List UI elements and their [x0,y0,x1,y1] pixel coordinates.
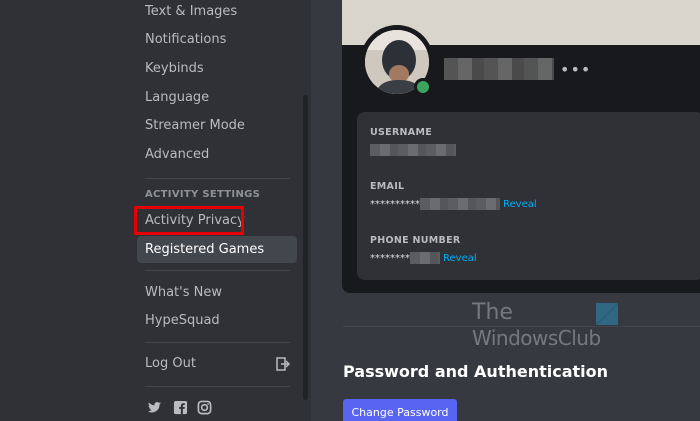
phone-reveal-link[interactable]: Reveal [443,253,477,264]
sidebar-item-text-images[interactable]: Text & Images [137,0,297,25]
email-value: ********** Reveal [370,198,537,210]
email-label: EMAIL [370,181,405,192]
activity-settings-header: ACTIVITY SETTINGS [145,189,261,200]
password-section-title: Password and Authentication [343,362,609,381]
highlight-box [134,206,244,235]
watermark: The WindowsClub [472,300,622,355]
username-value-redacted [370,144,456,156]
username-label: USERNAME [370,127,433,138]
sidebar-item-hypesquad[interactable]: HypeSquad [137,307,297,334]
more-options-icon[interactable]: ••• [560,60,591,79]
phone-value: ******** Reveal [370,252,477,264]
profile-card: ••• USERNAME EMAIL ********** Reveal PHON… [342,0,700,293]
sidebar-divider [145,178,290,179]
username-value [370,144,456,156]
sidebar-item-advanced[interactable]: Advanced [137,141,297,168]
watermark-line2: WindowsClub [472,326,601,350]
sidebar-divider [145,386,290,387]
sidebar-item-language[interactable]: Language [137,84,297,111]
email-masked: ********** [370,199,420,210]
settings-sidebar: Text & Images Notifications Keybinds Lan… [0,0,311,421]
username-redacted [444,58,554,80]
online-status-icon [417,81,429,93]
watermark-logo-icon [596,303,618,325]
sidebar-divider [145,270,290,271]
watermark-line1: The [472,300,513,325]
account-info-panel: USERNAME EMAIL ********** Reveal PHONE NU… [357,112,700,280]
instagram-icon[interactable] [197,400,212,415]
sidebar-item-registered-games[interactable]: Registered Games [137,236,297,263]
change-password-button[interactable]: Change Password [343,399,457,421]
logout-icon [276,357,290,371]
sidebar-item-streamer-mode[interactable]: Streamer Mode [137,112,297,139]
phone-redacted [410,252,440,264]
sidebar-item-keybinds[interactable]: Keybinds [137,55,297,82]
twitter-icon[interactable] [147,400,162,415]
content-area: ••• USERNAME EMAIL ********** Reveal PHON… [311,0,700,421]
sidebar-item-whats-new[interactable]: What's New [137,279,297,306]
sidebar-divider [145,342,290,343]
email-reveal-link[interactable]: Reveal [503,199,537,210]
phone-masked: ******** [370,253,410,264]
sidebar-item-notifications[interactable]: Notifications [137,26,297,53]
phone-label: PHONE NUMBER [370,235,461,246]
sidebar-scrollbar[interactable] [303,95,308,400]
email-redacted [420,198,500,210]
sidebar-item-log-out[interactable]: Log Out [137,350,297,377]
facebook-icon[interactable] [173,400,188,415]
